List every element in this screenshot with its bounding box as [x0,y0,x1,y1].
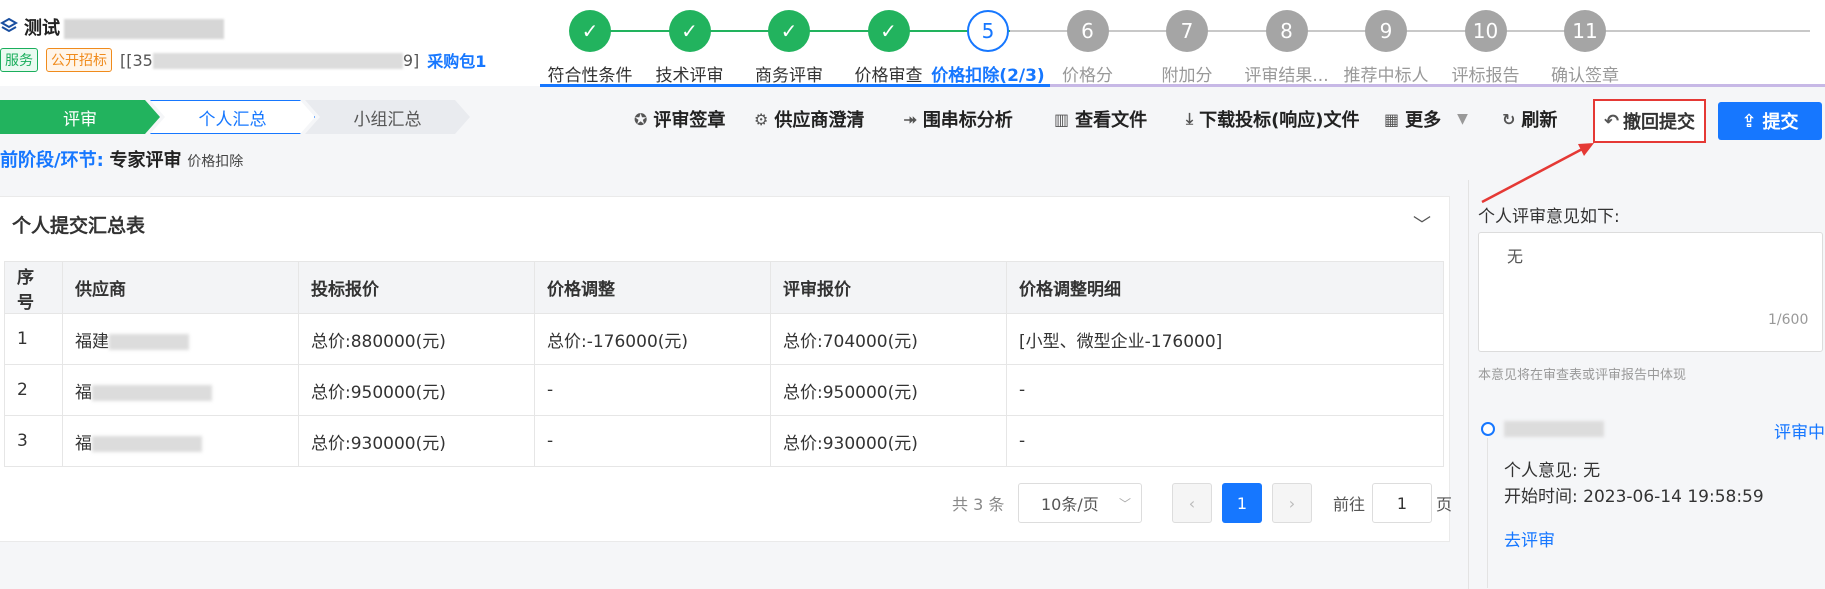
check-icon: ✓ [768,10,810,52]
settings-icon: ⚙ [754,109,769,129]
table-row: 1 福建 总价:880000(元) 总价:-176000(元) 总价:70400… [4,313,1444,365]
check-icon: ✓ [867,10,910,52]
opinion-hint: 本意见将在审查表或评审报告中体现 [1478,368,1687,383]
steps-underline-done [540,84,1050,87]
summary-panel: 个人提交汇总表 ﹀ 序号 供应商 投标报价 价格调整 评审报价 价格调整明细 1… [0,196,1453,542]
current-stage: 前阶段/环节: 专家评审 价格扣除 [0,146,243,172]
page-label: 页 [1436,495,1453,514]
step-number: 8 [1265,10,1308,52]
toolbar: 评审 个人汇总 小组汇总 ✪ 评审签章 ⚙ 供应商澄清 ⯮ 围串标分析 ▥ 查看文件 ⤓… [0,96,1825,143]
redacted-title [64,19,224,39]
personal-opinion-row: 个人意见: 无 [1504,461,1601,481]
timeline-dot [1481,422,1495,436]
step-11[interactable]: 11 确认签章 [1515,10,1655,86]
pagination-total: 共 3 条 [952,495,1005,514]
col-bid-price: 投标报价 [298,261,535,314]
refresh-icon: ↻ [1502,109,1516,129]
layers-icon [0,17,19,39]
collapse-chevron-icon[interactable]: ﹀ [1413,211,1431,237]
prev-page-button[interactable]: ‹ [1172,483,1212,523]
project-meta: 服务 公开招标 [[35 9] 采购包1 [0,48,486,72]
table-row: 3 福 总价:930000(元) - 总价:930000(元) - [4,415,1444,467]
step-number: 6 [1066,10,1109,52]
table-row: 2 福 总价:950000(元) - 总价:950000(元) - [4,364,1444,416]
step-label: 确认签章 [1551,66,1619,86]
submit-button[interactable]: ⇪ 提交 [1718,102,1822,140]
withdraw-submit-button[interactable]: ↶ 撤回提交 [1593,99,1706,143]
col-index: 序号 [4,261,63,314]
reviewer-name [1504,418,1604,437]
redacted-supplier [92,384,212,401]
project-title: 测试 [24,14,224,40]
breadcrumb-personal-summary[interactable]: 个人汇总 [150,100,315,134]
start-time-row: 开始时间: 2023-06-14 19:58:59 [1504,487,1764,507]
step-number: 11 [1564,10,1606,52]
annotation-arrow [1481,143,1594,204]
clarify-button[interactable]: ⚙ 供应商澄清 [754,106,864,132]
go-review-link[interactable]: 去评审 [1504,526,1555,551]
grid-icon: ▦ [1384,109,1400,129]
redacted-supplier [109,333,189,350]
chevron-left-icon: ‹ [1188,493,1196,513]
tag-service: 服务 [0,48,38,72]
timeline-line [1487,438,1488,588]
review-status: 评审中 [1774,423,1825,443]
col-review-price: 评审报价 [770,261,1007,314]
col-adjust-detail: 价格调整明细 [1006,261,1444,314]
more-dropdown[interactable]: ▦ 更多 ▼ [1384,106,1468,132]
summary-table: 序号 供应商 投标报价 价格调整 评审报价 价格调整明细 1 福建 总价:880… [4,261,1444,467]
opinion-label: 个人评审意见如下: [1478,207,1620,227]
tag-public-tender: 公开招标 [46,48,112,72]
chevron-down-icon: ﹀ [1118,496,1131,511]
panel-divider [1468,180,1469,589]
pagination: 共 3 条 10条/页﹀ ‹ 1 › 前往 页 [0,483,1453,523]
stage-value: 专家评审 [109,150,182,171]
col-price-adjust: 价格调整 [534,261,771,314]
undo-icon: ↶ [1603,110,1620,132]
stage-sub: 价格扣除 [187,154,244,170]
download-icon: ⤓ [1186,109,1194,128]
view-files-button[interactable]: ▥ 查看文件 [1054,106,1147,132]
next-page-button[interactable]: › [1272,483,1312,523]
top-bar: 测试 服务 公开招标 [[35 9] 采购包1 ✓ 符合性条件 ✓ 技术评审 ✓ 商务评审 ✓… [0,0,1825,87]
breadcrumb-group-summary[interactable]: 小组汇总 [305,100,470,134]
col-supplier: 供应商 [62,261,299,314]
breadcrumb-review[interactable]: 评审 [0,100,160,134]
sign-button[interactable]: ✪ 评审签章 [634,106,725,132]
opinion-count: 1/600 [1768,312,1809,328]
step-number: 9 [1365,10,1407,52]
opinion-textarea[interactable] [1478,232,1823,352]
caret-down-icon: ▼ [1457,111,1468,127]
chevron-right-icon: › [1288,493,1296,513]
step-number: 7 [1166,10,1208,52]
upload-icon: ⇪ [1741,110,1757,132]
seal-icon: ✪ [634,109,648,129]
goto-page-input[interactable] [1372,483,1432,523]
current-page-button[interactable]: 1 [1222,483,1262,523]
process-steps: ✓ 符合性条件 ✓ 技术评审 ✓ 商务评审 ✓ 价格审查 5 价格扣除(2/3) 6 价格分 7 附加分 8… [540,10,1825,86]
check-icon: ✓ [569,10,611,52]
files-icon: ▥ [1054,109,1070,129]
step-number: 10 [1464,10,1507,52]
step-number: 5 [967,10,1009,52]
page-size-select[interactable]: 10条/页 ﹀ [1018,483,1142,523]
redacted-supplier [92,435,202,452]
package-link[interactable]: 采购包1 [427,48,486,72]
refresh-button[interactable]: ↻ 刷新 [1502,106,1557,132]
stage-label: 前阶段/环节: [0,150,104,171]
project-code: [[35 9] [120,50,420,70]
summary-title: 个人提交汇总表 [12,215,146,237]
analysis-icon: ⯮ [904,109,917,128]
steps-underline-todo [1050,84,1825,87]
download-files-button[interactable]: ⤓ 下载投标(响应)文件 [1186,106,1360,132]
goto-label: 前往 [1333,495,1366,514]
collusion-analysis-button[interactable]: ⯮ 围串标分析 [904,106,1013,132]
check-icon: ✓ [668,10,711,52]
